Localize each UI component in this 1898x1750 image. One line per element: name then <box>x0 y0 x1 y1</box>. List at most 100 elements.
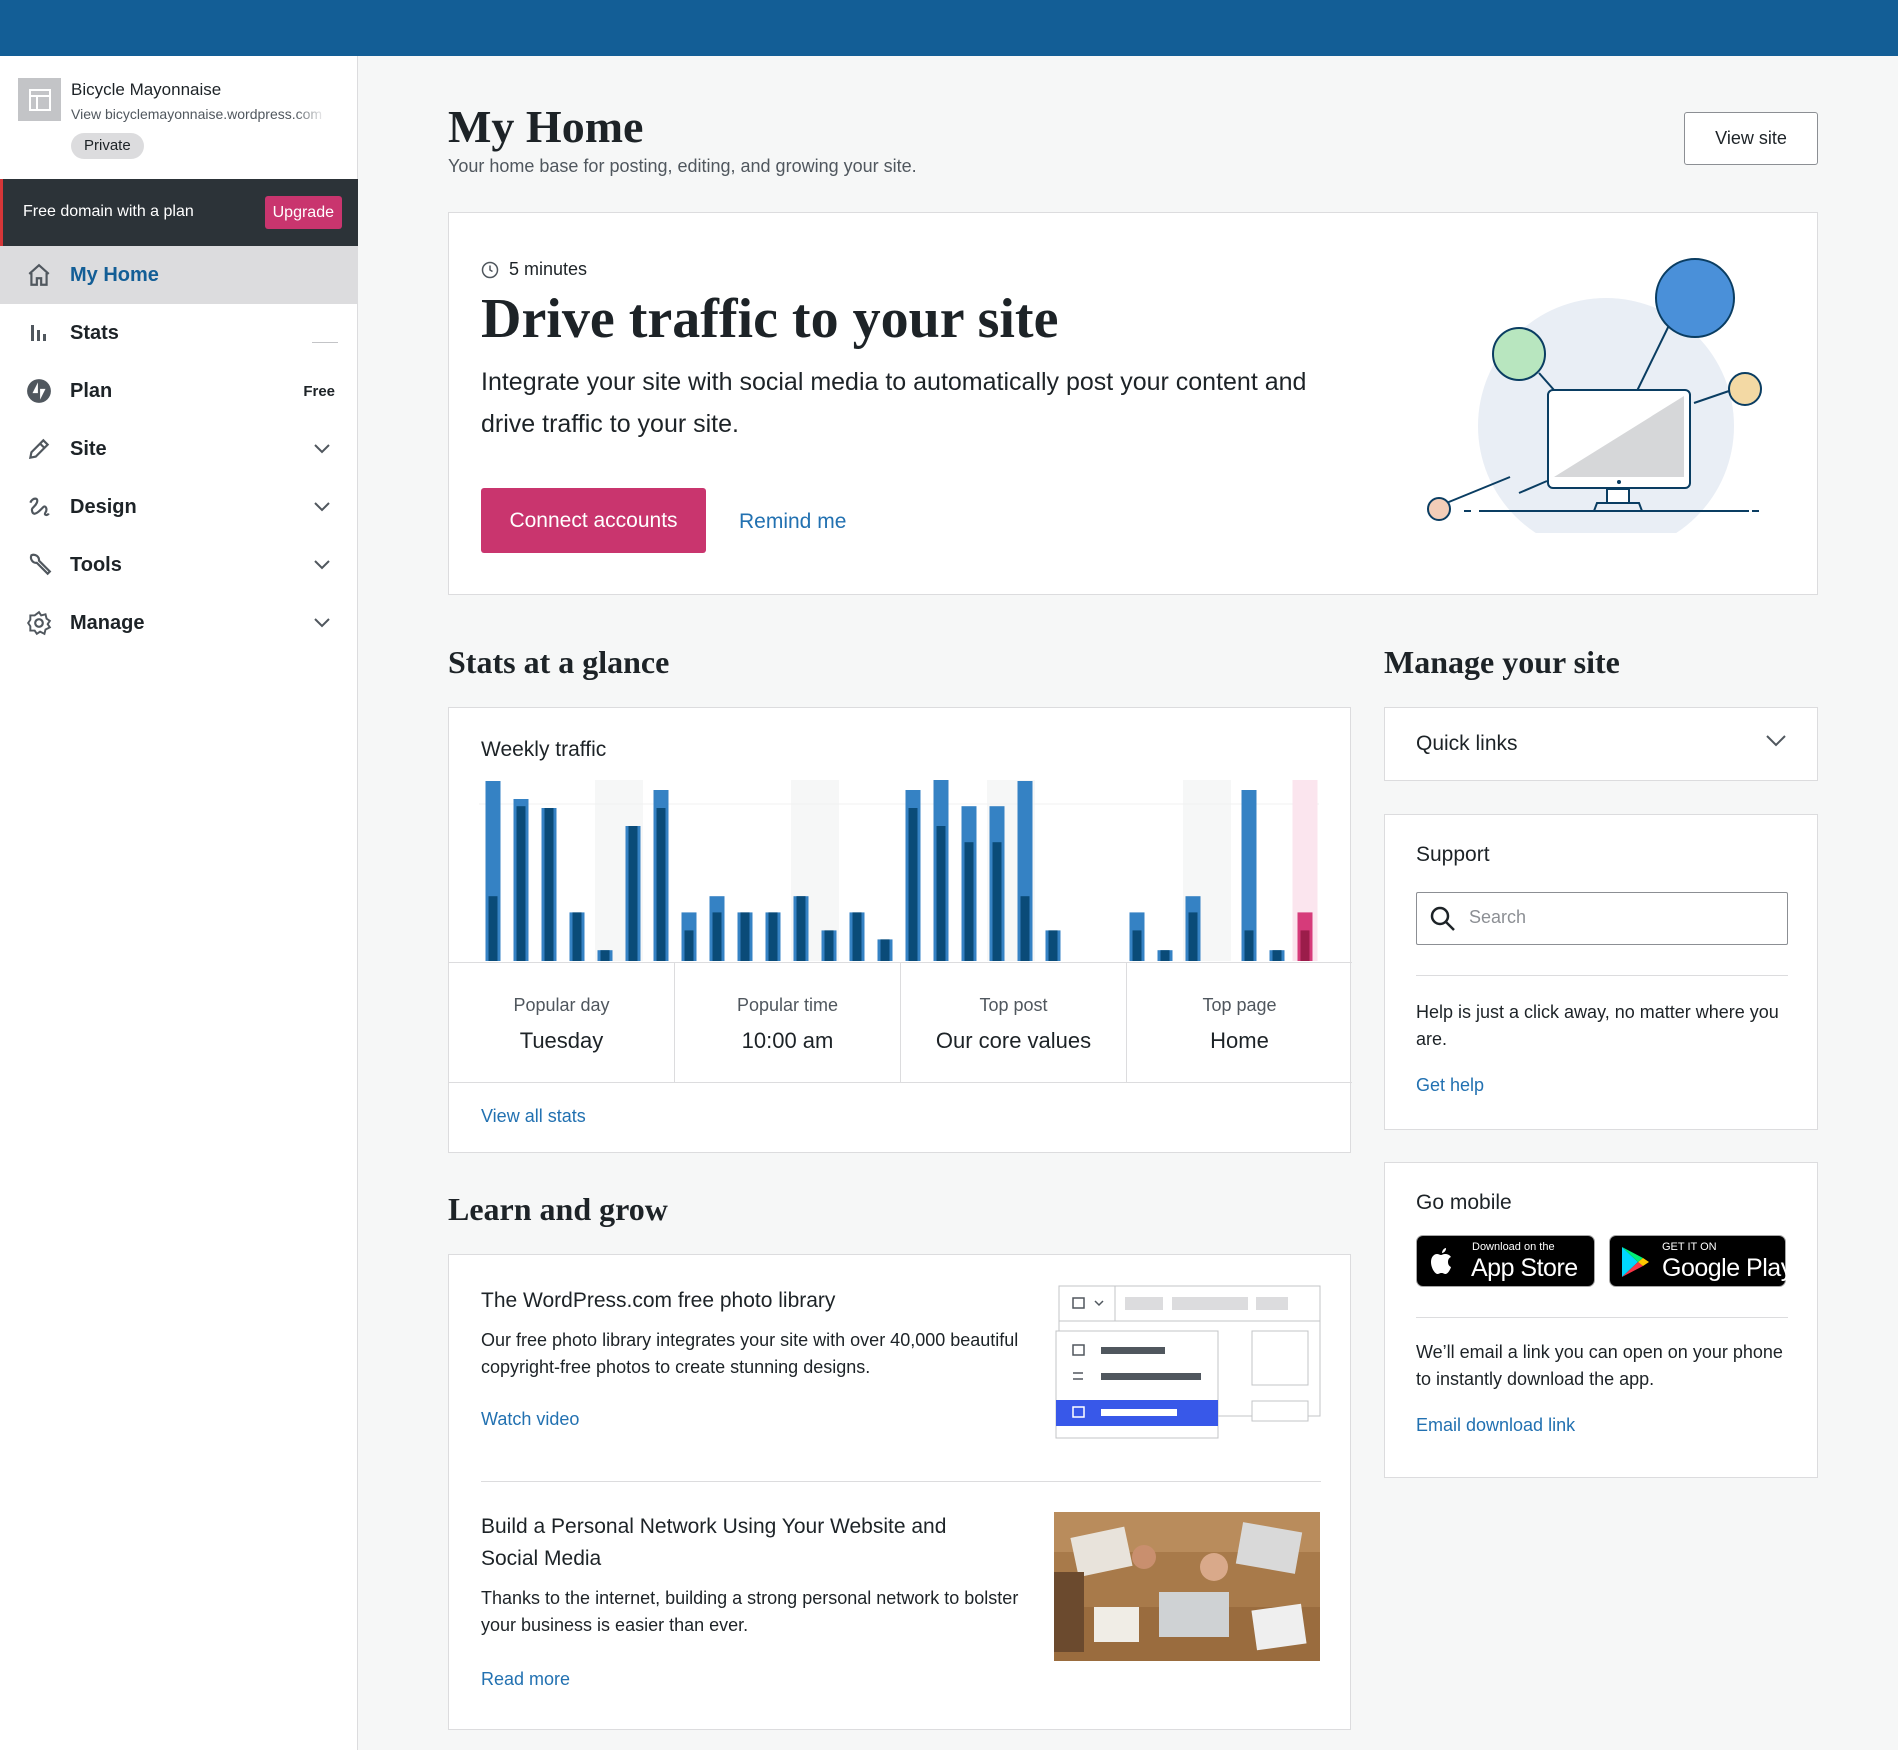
task-duration-text: 5 minutes <box>509 259 588 279</box>
sidebar-item-design[interactable]: Design <box>0 478 358 536</box>
sidebar-item-manage[interactable]: Manage <box>0 594 358 652</box>
chart-bar-inner <box>908 808 918 961</box>
quick-links-label: Quick links <box>1416 732 1518 755</box>
app-store-badge[interactable]: Download on the App Store <box>1416 1235 1595 1287</box>
chart-bar-inner <box>516 806 526 961</box>
quick-links-card[interactable]: Quick links <box>1384 707 1818 781</box>
wrench-icon <box>25 551 53 579</box>
chart-bar-inner <box>712 912 722 961</box>
read-more-link[interactable]: Read more <box>481 1669 570 1690</box>
site-placeholder-icon <box>18 78 61 121</box>
sidebar-item-label: Site <box>70 437 107 460</box>
chart-bar-inner <box>1272 950 1282 961</box>
apple-logo-icon <box>1431 1248 1451 1274</box>
weekly-traffic-chart[interactable] <box>479 780 1319 962</box>
chart-bar-inner <box>1048 930 1058 961</box>
appstore-small-text: Download on the <box>1472 1241 1555 1253</box>
gplay-small-text: GET IT ON <box>1662 1241 1717 1253</box>
sidebar-item-my-home[interactable]: My Home <box>0 246 358 304</box>
highlight-top-post[interactable]: Top post Our core values <box>901 963 1127 1082</box>
go-mobile-title: Go mobile <box>1416 1191 1512 1214</box>
page-title: My Home <box>448 101 644 152</box>
chart-bar-inner <box>796 896 806 961</box>
weekly-traffic-title: Weekly traffic <box>481 738 607 761</box>
sidebar-item-label: Tools <box>70 553 122 576</box>
mobile-divider <box>1416 1317 1788 1318</box>
upgrade-button[interactable]: Upgrade <box>264 196 342 229</box>
stats-card: Weekly traffic Popular day Tuesday Popul… <box>448 707 1352 1153</box>
networking-photo <box>1054 1512 1320 1661</box>
sidebar-item-plan[interactable]: Plan Free <box>0 362 358 420</box>
pencil-icon <box>25 435 53 463</box>
chart-bar-inner <box>628 826 638 961</box>
highlight-popular-time: Popular time 10:00 am <box>675 963 901 1082</box>
chart-bar-inner <box>572 912 582 961</box>
google-play-logo-icon <box>1622 1247 1649 1277</box>
sidebar-item-label: Plan <box>70 379 113 402</box>
sidebar-item-label: Manage <box>70 611 145 634</box>
learn-card: The WordPress.com free photo library Our… <box>448 1254 1351 1730</box>
sidebar-item-stats[interactable]: Stats <box>0 304 358 362</box>
remind-me-link[interactable]: Remind me <box>739 510 846 534</box>
domain-upsell-banner[interactable]: Free domain with a plan Upgrade <box>0 179 358 246</box>
learn-divider <box>481 1481 1321 1482</box>
site-url-link[interactable]: View bicyclemayonnaise.wordpress.com <box>71 106 326 122</box>
chart-bar-inner <box>1300 930 1310 961</box>
stats-section-title: Stats at a glance <box>448 644 670 680</box>
highlight-label: Popular time <box>736 995 839 1015</box>
view-site-button[interactable]: View site <box>1684 112 1818 165</box>
page-subtitle: Your home base for posting, editing, and… <box>448 156 917 176</box>
google-play-badge[interactable]: GET IT ON Google Play <box>1609 1235 1793 1287</box>
chart-bar-inner <box>740 912 750 961</box>
sidebar-item-label: My Home <box>70 263 159 286</box>
support-title: Support <box>1416 843 1490 866</box>
sidebar-item-tools[interactable]: Tools <box>0 536 358 594</box>
highlight-value: Tuesday <box>519 1028 604 1053</box>
chart-bar-inner <box>488 896 498 961</box>
highlight-value: 10:00 am <box>741 1028 834 1053</box>
support-search-box[interactable] <box>1416 892 1788 945</box>
clock-icon <box>481 261 499 278</box>
house-icon <box>25 261 53 289</box>
support-search-input[interactable] <box>1469 907 1769 928</box>
learn-item-title: Build a Personal Network Using Your Webs… <box>481 1515 947 1570</box>
gplay-big-text: Google Play <box>1662 1254 1793 1282</box>
chart-bar-inner <box>656 808 666 961</box>
sidebar-item-site[interactable]: Site <box>0 420 358 478</box>
highlight-top-page[interactable]: Top page Home <box>1127 963 1352 1082</box>
masterbar <box>0 0 1898 56</box>
chevron-down-icon[interactable] <box>1765 734 1787 748</box>
watch-video-link[interactable]: Watch video <box>481 1409 579 1430</box>
support-description: Help is just a click away, no matter whe… <box>1416 1002 1779 1049</box>
site-card[interactable]: Bicycle Mayonnaise View bicyclemayonnais… <box>0 56 357 179</box>
connect-accounts-button[interactable]: Connect accounts <box>481 488 706 553</box>
chart-bar-inner <box>852 912 862 961</box>
task-duration: 5 minutes <box>481 259 587 280</box>
get-help-link[interactable]: Get help <box>1416 1075 1484 1096</box>
support-divider <box>1416 975 1788 976</box>
stats-sparkline <box>312 342 338 343</box>
highlight-label: Top page <box>1202 995 1277 1015</box>
email-download-link[interactable]: Email download link <box>1416 1415 1575 1436</box>
photo-library-illustration <box>1055 1285 1321 1439</box>
learn-section-title: Learn and grow <box>448 1191 668 1227</box>
chevron-down-icon <box>314 560 330 570</box>
manage-section-title: Manage your site <box>1384 644 1620 680</box>
search-icon <box>1430 906 1455 931</box>
chart-bar-inner <box>768 912 778 961</box>
chevron-down-icon <box>314 502 330 512</box>
appstore-big-text: App Store <box>1471 1254 1578 1282</box>
gear-icon <box>25 609 53 637</box>
mobile-description: We’ll email a link you can open on your … <box>1416 1342 1783 1389</box>
highlight-label: Top post <box>979 995 1048 1015</box>
chart-bar-inner <box>1132 930 1142 961</box>
social-network-illustration <box>1427 258 1762 533</box>
stats-highlights: Popular day Tuesday Popular time 10:00 a… <box>449 962 1352 1083</box>
sidebar-item-label: Stats <box>70 321 119 344</box>
support-card: Support Help is just a click away, no ma… <box>1384 814 1818 1130</box>
jetpack-bolt-icon <box>25 377 53 405</box>
chart-bar-inner <box>1160 950 1170 961</box>
privacy-badge: Private <box>71 133 144 159</box>
view-all-stats-link[interactable]: View all stats <box>481 1106 586 1127</box>
task-title: Drive traffic to your site <box>481 288 1059 350</box>
